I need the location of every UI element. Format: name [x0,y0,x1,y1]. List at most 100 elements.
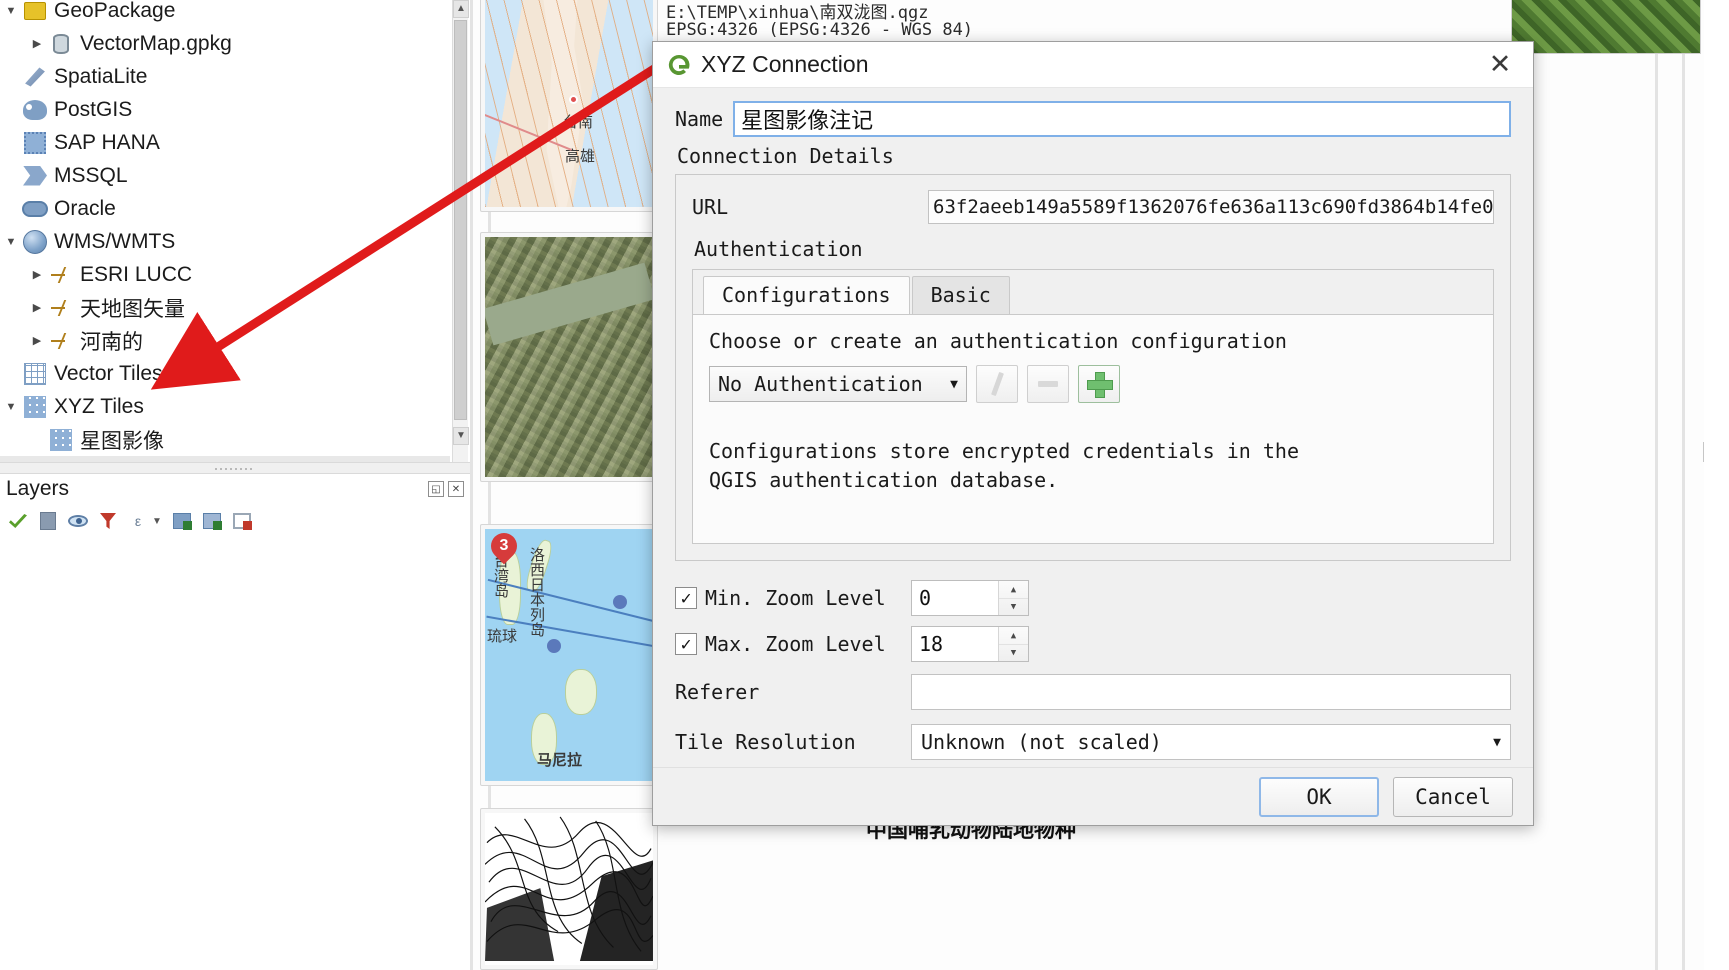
max-zoom-spinbox[interactable]: 18 ▲ ▼ [911,626,1029,663]
layers-panel-title: Layers [6,477,70,500]
max-zoom-value[interactable]: 18 [912,627,998,661]
layers-panel-header: Layers ◱ ✕ [0,474,470,504]
scroll-thumb[interactable] [454,20,467,420]
browser-tree-item[interactable]: SpatiaLite [0,60,450,93]
min-zoom-spinbox[interactable]: 0 ▲ ▼ [911,580,1029,617]
browser-tree-item-label: WMS/WMTS [54,229,176,253]
ok-button[interactable]: OK [1259,776,1379,817]
browser-tree-item[interactable]: ▶ 河南的 [0,324,450,357]
browser-tree-item[interactable]: ▶ ESRI LUCC [0,258,450,291]
preview-thumbnail[interactable]: 台湾岛 洛西日本列岛 琉球 马尼拉 3 [480,524,658,786]
max-zoom-checkbox[interactable]: ✓ [675,633,697,656]
close-icon[interactable]: ✕ [448,481,464,497]
styling-icon[interactable] [8,511,28,531]
map-contour-lines [485,0,653,207]
spin-down-icon[interactable]: ▼ [999,645,1028,662]
wms-connection-icon [46,299,76,317]
browser-tree[interactable]: ▼ GeoPackage ▶ VectorMap.gpkg SpatiaLite Post… [0,0,450,466]
url-row: URL 63f2aeeb149a5589f1362076fe636a113c69… [692,189,1494,225]
preview-thumbnail[interactable]: 台南 高雄 [480,0,658,212]
dialog-footer: OK Cancel [653,767,1533,825]
browser-tree-item[interactable]: ▼ XYZ Tiles [0,390,450,423]
spin-down-icon[interactable]: ▼ [999,599,1028,616]
chevron-right-icon[interactable]: ▶ [28,334,46,347]
chevron-right-icon[interactable]: ▶ [28,37,46,50]
cancel-button[interactable]: Cancel [1393,776,1513,817]
map-label-manila: 马尼拉 [537,751,583,769]
collapse-all-icon[interactable] [202,511,222,531]
eye-icon[interactable] [68,511,88,531]
browser-tree-item[interactable]: ▶ 天地图矢量 [0,291,450,324]
spin-up-icon[interactable]: ▲ [999,581,1028,599]
globe-icon [20,229,50,254]
authentication-config-select[interactable]: No Authentication ▼ [709,366,967,403]
panel-splitter[interactable] [0,462,470,474]
wms-connection-icon [46,332,76,350]
panel-divider [1682,0,1685,970]
remove-icon[interactable] [232,511,252,531]
chevron-down-icon[interactable]: ▼ [2,236,20,248]
url-input[interactable]: 63f2aeeb149a5589f1362076fe636a113c690fd3… [928,190,1494,225]
sap-hana-icon [20,131,50,154]
tab-basic[interactable]: Basic [911,276,1010,315]
connection-details-label: Connection Details [677,144,894,169]
name-input[interactable]: 星图影像注记 [733,101,1511,138]
browser-tree-item[interactable]: ▼ WMS/WMTS [0,225,450,258]
browser-tree-item[interactable]: MSSQL [0,159,450,192]
min-zoom-checkbox[interactable]: ✓ [675,587,697,610]
min-zoom-label: Min. Zoom Level [705,586,886,611]
xyz-tiles-icon [20,395,50,418]
project-crs-text: EPSG:4326 (EPSG:4326 - WGS 84) [666,20,974,40]
chevron-right-icon[interactable]: ▶ [28,268,46,281]
tab-configurations[interactable]: Configurations [703,276,910,315]
chevron-down-icon[interactable]: ▼ [152,516,162,527]
browser-tree-item[interactable]: PostGIS [0,93,450,126]
preview-thumbnail-right[interactable] [1511,0,1701,54]
browser-tree-item[interactable]: Oracle [0,192,450,225]
close-icon[interactable]: ✕ [1483,48,1517,82]
filter-icon[interactable] [98,511,118,531]
add-configuration-button[interactable] [1078,365,1120,404]
browser-tree-item-label: PostGIS [54,97,133,121]
min-zoom-spin-buttons: ▲ ▼ [998,581,1028,616]
browser-tree-item[interactable]: ▼ GeoPackage [0,0,450,27]
referer-input[interactable] [911,674,1511,711]
map-marker [569,95,578,104]
expand-all-icon[interactable] [172,511,192,531]
undock-icon[interactable]: ◱ [428,481,444,497]
browser-tree-item[interactable]: 星图影像 [0,423,450,456]
xyz-tiles-icon [46,428,76,451]
map-label-ryukyu: 琉球 [487,627,518,645]
browser-scrollbar[interactable]: ▲ ▼ [452,0,469,466]
chevron-down-icon[interactable]: ▼ [2,5,20,17]
preview-thumbnail[interactable] [480,232,658,482]
route-point [613,595,627,609]
scroll-up-arrow[interactable]: ▲ [453,0,469,18]
dialog-title: XYZ Connection [701,51,869,78]
min-zoom-value[interactable]: 0 [912,581,998,615]
tile-resolution-select[interactable]: Unknown (not scaled) ▼ [911,724,1511,761]
chevron-right-icon[interactable]: ▶ [28,301,46,314]
add-group-icon[interactable] [38,511,58,531]
spin-up-icon[interactable]: ▲ [999,627,1028,645]
authentication-tabs: Configurations Basic [693,270,1493,316]
map-thumbnail-taiwan: 台南 高雄 [485,0,653,207]
authentication-hint: Choose or create an authentication confi… [709,329,1287,354]
plus-icon [1087,372,1113,399]
browser-tree-item[interactable]: SAP HANA [0,126,450,159]
map-thumbnail-scribble [485,813,653,965]
preview-thumbnail[interactable] [480,808,658,970]
browser-tree-item[interactable]: Vector Tiles [0,357,450,390]
browser-tree-item-label: Oracle [54,196,116,220]
remove-configuration-button[interactable] [1027,365,1069,404]
name-label: Name [675,107,724,132]
expression-icon[interactable]: ε [128,511,148,531]
tile-resolution-label: Tile Resolution [675,730,856,755]
tile-resolution-row: Tile Resolution Unknown (not scaled) ▼ [675,717,1511,767]
edit-configuration-button[interactable] [976,365,1018,404]
browser-tree-item-label: 星图影像 [80,428,164,453]
scroll-down-arrow[interactable]: ▼ [453,427,469,445]
browser-tree-item[interactable]: ▶ VectorMap.gpkg [0,27,450,60]
browser-tree-item-label: Vector Tiles [54,361,163,385]
chevron-down-icon[interactable]: ▼ [2,401,20,413]
